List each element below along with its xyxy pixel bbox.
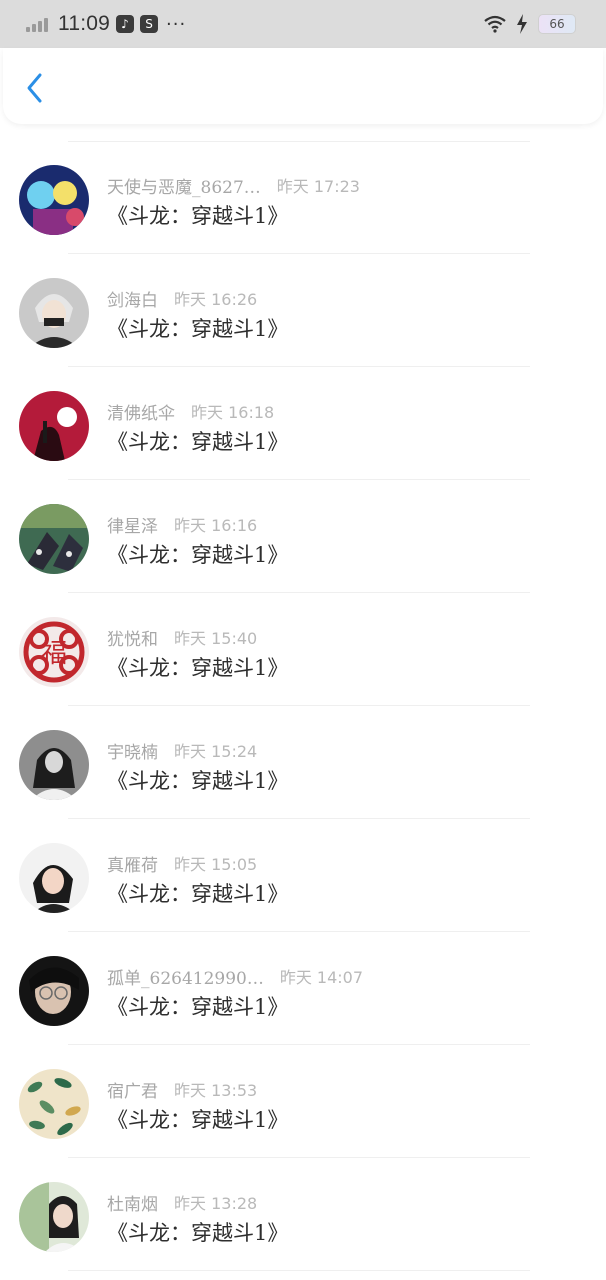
- user-name[interactable]: 剑海白: [107, 286, 158, 311]
- timestamp: 昨天 16:16: [174, 516, 258, 535]
- book-title: 《斗龙：穿越斗1》: [107, 769, 289, 793]
- signal-icon: [26, 14, 52, 34]
- list-item[interactable]: 天使与恶魔_8627… 昨天 17:23 《斗龙：穿越斗1》: [0, 141, 606, 254]
- timestamp: 昨天 13:28: [174, 1194, 258, 1213]
- user-name[interactable]: 清佛纸伞: [107, 399, 175, 424]
- list-item[interactable]: 宿广君 昨天 13:53 《斗龙：穿越斗1》: [0, 1045, 606, 1158]
- app-notification-icon: S: [140, 15, 158, 33]
- status-time: 11:09: [58, 12, 110, 35]
- list-item[interactable]: 福 犹悦和 昨天 15:40 《斗龙：穿越斗1》: [0, 593, 606, 706]
- user-name[interactable]: 杜南烟: [107, 1190, 158, 1215]
- timestamp: 昨天 15:05: [174, 855, 258, 874]
- back-button[interactable]: [17, 70, 53, 106]
- item-meta: 清佛纸伞 昨天 16:18: [107, 399, 275, 424]
- wifi-icon: [484, 15, 506, 33]
- timestamp: 昨天 15:40: [174, 629, 258, 648]
- header: [3, 48, 603, 124]
- avatar[interactable]: [19, 1069, 89, 1139]
- avatar[interactable]: [19, 1182, 89, 1252]
- book-title: 《斗龙：穿越斗1》: [107, 656, 289, 680]
- book-title: 《斗龙：穿越斗1》: [107, 1221, 289, 1245]
- avatar[interactable]: [19, 165, 89, 235]
- item-meta: 宇晓楠 昨天 15:24: [107, 738, 258, 763]
- list-item[interactable]: 宇晓楠 昨天 15:24 《斗龙：穿越斗1》: [0, 706, 606, 819]
- status-left: 11:09 ♪ S ···: [26, 10, 186, 38]
- avatar[interactable]: 福: [19, 617, 89, 687]
- book-title: 《斗龙：穿越斗1》: [107, 430, 289, 454]
- battery-indicator: 66: [538, 14, 576, 34]
- user-name[interactable]: 犹悦和: [107, 625, 158, 650]
- book-title: 《斗龙：穿越斗1》: [107, 882, 289, 906]
- item-meta: 天使与恶魔_8627… 昨天 17:23: [107, 173, 360, 198]
- svg-text:福: 福: [41, 639, 67, 669]
- user-name[interactable]: 宿广君: [107, 1077, 158, 1102]
- timestamp: 昨天 15:24: [174, 742, 258, 761]
- avatar[interactable]: [19, 956, 89, 1026]
- item-meta: 剑海白 昨天 16:26: [107, 286, 258, 311]
- book-title: 《斗龙：穿越斗1》: [107, 204, 289, 228]
- list-item[interactable]: 孤单_626412990… 昨天 14:07 《斗龙：穿越斗1》: [0, 932, 606, 1045]
- more-notifications-icon: ···: [166, 13, 187, 35]
- user-name[interactable]: 孤单_626412990…: [107, 964, 264, 989]
- timestamp: 昨天 17:23: [276, 177, 360, 196]
- user-name[interactable]: 真雁荷: [107, 851, 158, 876]
- tiktok-icon: ♪: [116, 15, 134, 33]
- book-title: 《斗龙：穿越斗1》: [107, 543, 289, 567]
- list-item[interactable]: 律星泽 昨天 16:16 《斗龙：穿越斗1》: [0, 480, 606, 593]
- list-item[interactable]: 剑海白 昨天 16:26 《斗龙：穿越斗1》: [0, 254, 606, 367]
- user-name[interactable]: 律星泽: [107, 512, 158, 537]
- item-meta: 犹悦和 昨天 15:40: [107, 625, 258, 650]
- status-bar: 11:09 ♪ S ··· 66: [0, 0, 606, 48]
- list-item[interactable]: 真雁荷 昨天 15:05 《斗龙：穿越斗1》: [0, 819, 606, 932]
- item-meta: 杜南烟 昨天 13:28: [107, 1190, 258, 1215]
- divider: [68, 1270, 530, 1271]
- list-item[interactable]: 清佛纸伞 昨天 16:18 《斗龙：穿越斗1》: [0, 367, 606, 480]
- avatar[interactable]: [19, 504, 89, 574]
- book-title: 《斗龙：穿越斗1》: [107, 995, 289, 1019]
- book-title: 《斗龙：穿越斗1》: [107, 1108, 289, 1132]
- item-meta: 律星泽 昨天 16:16: [107, 512, 258, 537]
- item-meta: 真雁荷 昨天 15:05: [107, 851, 258, 876]
- status-right: 66: [484, 12, 576, 36]
- timestamp: 昨天 14:07: [279, 968, 364, 987]
- timestamp: 昨天 16:18: [191, 403, 275, 422]
- avatar[interactable]: [19, 391, 89, 461]
- charging-icon: [517, 14, 527, 34]
- chevron-left-icon: [27, 73, 42, 103]
- book-title: 《斗龙：穿越斗1》: [107, 317, 289, 341]
- item-meta: 孤单_626412990… 昨天 14:07: [107, 964, 364, 989]
- avatar[interactable]: [19, 278, 89, 348]
- list-item[interactable]: 杜南烟 昨天 13:28 《斗龙：穿越斗1》: [0, 1158, 606, 1271]
- user-name[interactable]: 天使与恶魔_8627…: [107, 173, 261, 198]
- user-name[interactable]: 宇晓楠: [107, 738, 158, 763]
- avatar[interactable]: [19, 843, 89, 913]
- timestamp: 昨天 13:53: [174, 1081, 258, 1100]
- message-list: 天使与恶魔_8627… 昨天 17:23 《斗龙：穿越斗1》 剑海白 昨天 16…: [0, 141, 606, 1271]
- item-meta: 宿广君 昨天 13:53: [107, 1077, 258, 1102]
- timestamp: 昨天 16:26: [174, 290, 258, 309]
- avatar[interactable]: [19, 730, 89, 800]
